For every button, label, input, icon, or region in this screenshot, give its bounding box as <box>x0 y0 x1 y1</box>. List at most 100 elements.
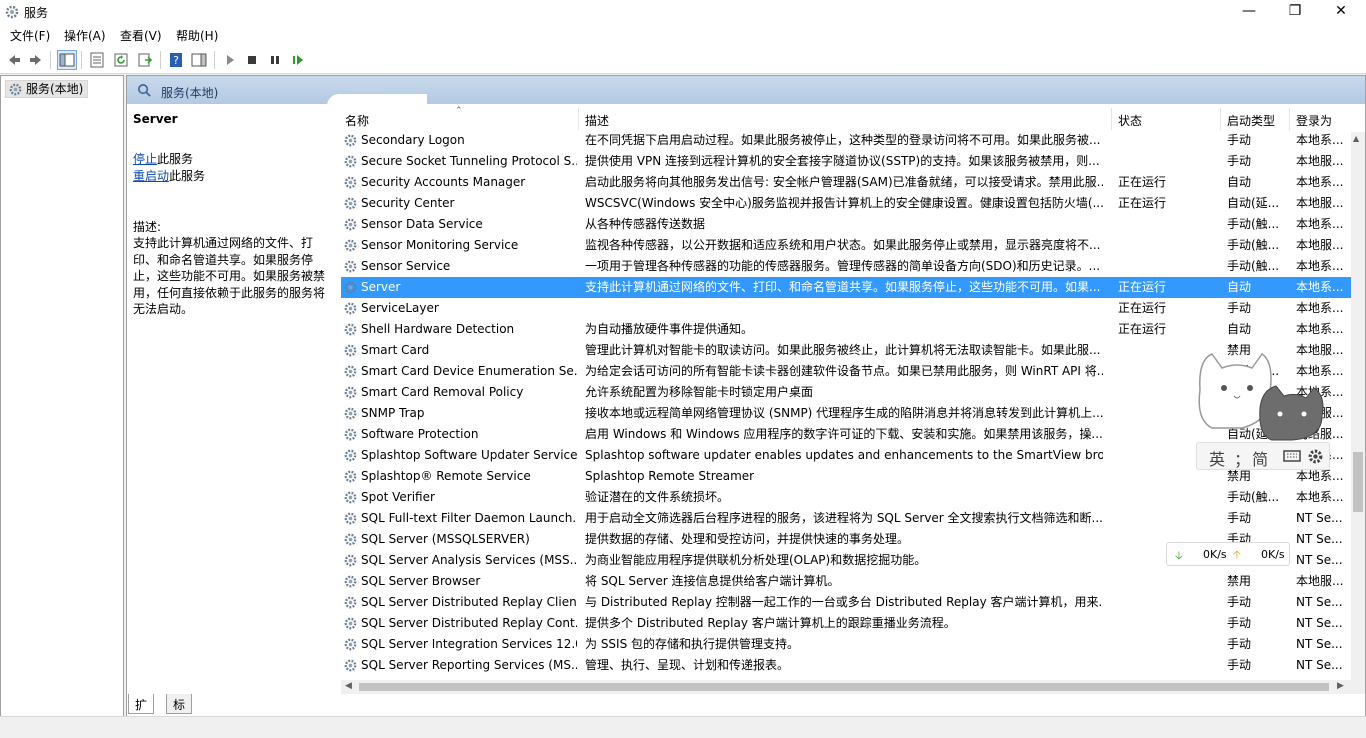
back-button[interactable] <box>4 50 24 70</box>
service-logon-as: 本地系... <box>1296 133 1344 147</box>
settings-gear-icon[interactable] <box>1307 448 1324 465</box>
service-row[interactable]: Secure Socket Tunneling Protocol S... 提供使… <box>341 151 1351 172</box>
tab-extended[interactable]: 扩展 <box>128 694 155 729</box>
vertical-scrollbar[interactable]: ▲ ▼ <box>1351 132 1365 694</box>
column-logon-as[interactable]: 登录为 <box>1296 112 1332 129</box>
keyboard-icon[interactable] <box>1283 449 1301 463</box>
service-status: 正在运行 <box>1118 301 1167 315</box>
service-row[interactable]: Sensor Data Service 从各种传感器传送数据 手动(触... 本地系.… <box>341 214 1351 235</box>
stop-service-line: 停止此服务 <box>133 150 193 167</box>
column-status[interactable]: 状态 <box>1118 112 1142 129</box>
stop-icon <box>248 56 256 64</box>
properties-icon <box>90 52 104 68</box>
tree-item-services-local[interactable]: 服务(本地) <box>5 80 89 98</box>
stop-service-suffix: 此服务 <box>157 152 194 166</box>
service-row[interactable]: Security Center WSCSVC(Windows 安全中心)服务监视并… <box>341 193 1351 214</box>
service-row[interactable]: SQL Server Distributed Replay Client 与 Di… <box>341 592 1351 613</box>
minimize-button[interactable]: — <box>1226 0 1272 24</box>
show-hide-console-tree-button[interactable] <box>57 50 77 70</box>
service-row[interactable]: Sensor Service 一项用于管理各种传感器的功能的传感器服务。管理传感器… <box>341 256 1351 277</box>
services-gear-icon <box>5 5 19 19</box>
service-status: 正在运行 <box>1118 280 1167 294</box>
service-row[interactable]: SQL Server Integration Services 12.0 为 SS… <box>341 634 1351 655</box>
stop-service-button[interactable] <box>242 50 262 70</box>
scroll-left-icon[interactable]: ◀ <box>345 681 352 691</box>
service-description-cell: 允许系统配置为移除智能卡时锁定用户桌面 <box>585 385 814 399</box>
service-row[interactable]: Security Accounts Manager 启动此服务将向其他服务发出信号… <box>341 172 1351 193</box>
column-divider[interactable] <box>1111 108 1112 130</box>
service-row[interactable]: Sensor Monitoring Service 监视各种传感器，以公开数据和适… <box>341 235 1351 256</box>
restore-button[interactable]: ❐ <box>1272 0 1318 24</box>
action-pane-icon <box>191 53 207 67</box>
column-divider[interactable] <box>1289 108 1290 130</box>
service-row[interactable]: ServiceLayer 正在运行 手动 本地系... <box>341 298 1351 319</box>
show-action-pane-button[interactable] <box>189 50 209 70</box>
service-row[interactable]: SQL Server Reporting Services (MS... 管理、执… <box>341 655 1351 676</box>
window-title: 服务 <box>24 6 49 20</box>
service-startup-type: 手动(触... <box>1227 238 1280 252</box>
service-description-cell: 为给定会话可访问的所有智能卡读卡器创建软件设备节点。如果已禁用此服务，则 Win… <box>585 364 1103 378</box>
service-name: Security Accounts Manager <box>361 175 526 189</box>
service-gear-icon <box>344 659 357 672</box>
horizontal-scroll-thumb[interactable] <box>359 683 1329 691</box>
refresh-button[interactable] <box>111 50 131 70</box>
menu-file[interactable]: 文件(F) <box>10 27 50 44</box>
service-name: SQL Full-text Filter Daemon Launch... <box>361 511 577 525</box>
help-button[interactable]: ? <box>166 50 186 70</box>
ime-toolbar[interactable]: 英 ；简 <box>1196 442 1330 470</box>
service-description-cell: 在不同凭据下启用启动过程。如果此服务被停止，这种类型的登录访问将不可用。如果此服… <box>585 133 1101 147</box>
sort-ascending-icon: ⌃ <box>455 106 463 116</box>
forward-button[interactable] <box>26 50 46 70</box>
properties-button[interactable] <box>87 50 107 70</box>
pause-service-button[interactable] <box>265 50 285 70</box>
pause-icon <box>271 56 279 64</box>
service-row[interactable]: SQL Full-text Filter Daemon Launch... 用于启… <box>341 508 1351 529</box>
service-gear-icon <box>344 617 357 630</box>
column-divider[interactable] <box>578 108 579 130</box>
service-gear-icon <box>344 218 357 231</box>
play-icon <box>227 55 234 65</box>
service-name: ServiceLayer <box>361 301 439 315</box>
menu-help[interactable]: 帮助(H) <box>176 27 218 44</box>
vertical-scroll-thumb[interactable] <box>1353 452 1363 512</box>
service-startup-type: 手动 <box>1227 133 1252 147</box>
menu-action[interactable]: 操作(A) <box>64 27 106 44</box>
service-gear-icon <box>344 281 357 294</box>
service-logon-as: 本地系... <box>1296 259 1344 273</box>
service-row[interactable]: Spot Verifier 验证潜在的文件系统损坏。 手动(触... 本地系... <box>341 487 1351 508</box>
service-row[interactable]: Server 支持此计算机通过网络的文件、打印、和命名管道共享。如果服务停止，这些… <box>341 277 1351 298</box>
start-service-button[interactable] <box>220 50 240 70</box>
close-button[interactable]: ✕ <box>1318 0 1364 24</box>
service-row[interactable]: Shell Hardware Detection 为自动播放硬件事件提供通知。 正在… <box>341 319 1351 340</box>
service-description-cell: Splashtop Remote Streamer <box>585 469 755 483</box>
service-description-cell: 为商业智能应用程序提供联机分析处理(OLAP)和数据挖掘功能。 <box>585 553 927 567</box>
service-gear-icon <box>344 197 357 210</box>
restart-service-link[interactable]: 重启动 <box>133 169 169 183</box>
service-row[interactable]: Secondary Logon 在不同凭据下启用启动过程。如果此服务被停止，这种类… <box>341 130 1351 151</box>
ime-mode-text[interactable]: 英 ；简 <box>1209 446 1270 470</box>
service-detail-panel: Server 停止此服务 重启动此服务 描述: 支持此计算机通过网络的文件、打印… <box>127 104 335 694</box>
tab-standard[interactable]: 标准 <box>166 694 193 729</box>
service-logon-as: 本地系... <box>1296 322 1344 336</box>
column-name[interactable]: 名称 <box>345 112 369 129</box>
horizontal-scrollbar[interactable]: ◀ ▶ <box>341 680 1351 694</box>
scroll-right-icon[interactable]: ▶ <box>1337 681 1344 691</box>
export-list-button[interactable] <box>135 50 155 70</box>
service-row[interactable]: SQL Server Browser 将 SQL Server 连接信息提供给客户… <box>341 571 1351 592</box>
stop-service-link[interactable]: 停止 <box>133 152 157 166</box>
service-name: Smart Card Removal Policy <box>361 385 524 399</box>
service-logon-as: 本地系... <box>1296 490 1344 504</box>
service-gear-icon <box>344 554 357 567</box>
column-divider[interactable] <box>1220 108 1221 130</box>
restart-service-button[interactable] <box>288 50 308 70</box>
service-description-cell: 管理此计算机对智能卡的取读访问。如果此服务被终止，此计算机将无法取读智能卡。如果… <box>585 343 1101 357</box>
column-description[interactable]: 描述 <box>585 112 609 129</box>
service-logon-as: NT Se... <box>1296 532 1343 546</box>
upload-arrow-icon: 🡡 <box>1233 548 1241 561</box>
menu-view[interactable]: 查看(V) <box>120 27 162 44</box>
scroll-up-icon[interactable]: ▲ <box>1353 134 1359 143</box>
service-row[interactable]: SQL Server Distributed Replay Cont... 提供多… <box>341 613 1351 634</box>
service-name: SQL Server Integration Services 12.0 <box>361 637 577 651</box>
network-speed-widget: 🡣 0K/s 🡡 0K/s <box>1166 542 1290 566</box>
column-startup-type[interactable]: 启动类型 <box>1227 112 1275 129</box>
